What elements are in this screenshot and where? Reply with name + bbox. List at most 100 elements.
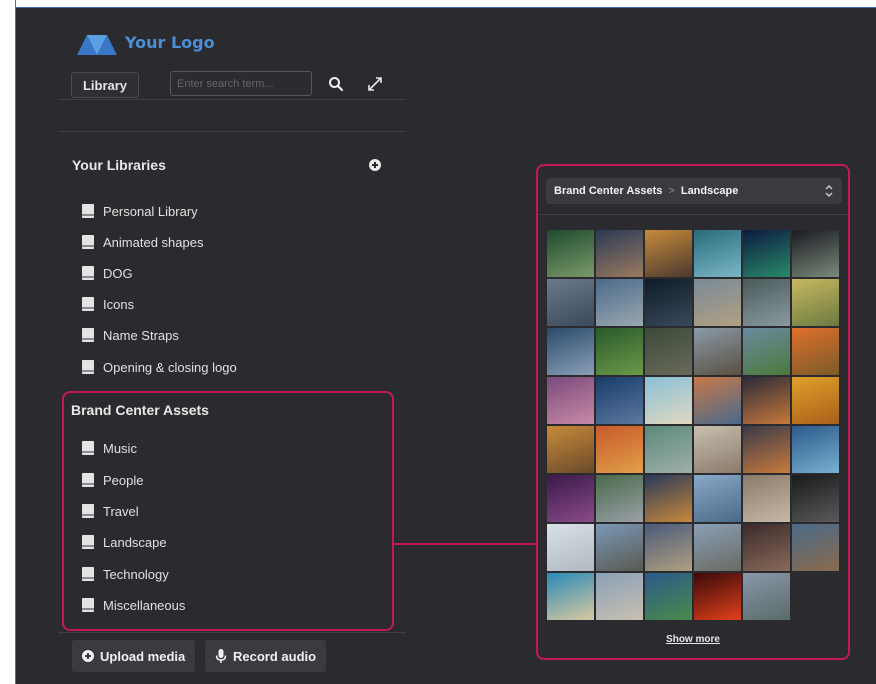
thumb-river-city[interactable] xyxy=(694,377,741,424)
plus-circle-icon xyxy=(82,650,94,662)
library-item-label: Animated shapes xyxy=(103,234,204,250)
brand-item-label: Music xyxy=(103,440,137,456)
book-icon xyxy=(82,567,94,581)
brand-item-technology[interactable]: Technology xyxy=(82,565,169,583)
record-audio-button[interactable]: Record audio xyxy=(205,640,327,672)
thumb-golden-sky[interactable] xyxy=(792,377,839,424)
library-item-dog[interactable]: DOG xyxy=(82,264,133,282)
upload-media-label: Upload media xyxy=(100,648,186,664)
brand-item-landscape[interactable]: Landscape xyxy=(82,533,167,551)
upload-media-button[interactable]: Upload media xyxy=(72,640,196,672)
expand-icon[interactable] xyxy=(365,74,385,94)
thumb-rock[interactable] xyxy=(743,475,790,522)
book-icon xyxy=(82,297,94,311)
brand-item-label: Technology xyxy=(103,566,169,582)
thumb-city-dark[interactable] xyxy=(645,279,692,326)
thumb-skyline-night[interactable] xyxy=(792,230,839,277)
thumb-tower-city[interactable] xyxy=(596,475,643,522)
thumb-field-lines[interactable] xyxy=(792,279,839,326)
library-item-animated-shapes[interactable]: Animated shapes xyxy=(82,233,203,251)
thumb-grey-city[interactable] xyxy=(743,573,790,620)
thumb-night-towers[interactable] xyxy=(743,524,790,571)
thumb-aurora[interactable] xyxy=(743,230,790,277)
breadcrumb-separator: > xyxy=(668,185,675,197)
search-icon[interactable] xyxy=(328,76,344,92)
library-item-icons[interactable]: Icons xyxy=(82,295,134,313)
toolbar-divider xyxy=(58,99,406,100)
thumb-city-aerial[interactable] xyxy=(547,279,594,326)
thumb-town[interactable] xyxy=(694,279,741,326)
your-libraries-title: Your Libraries xyxy=(72,157,166,173)
thumb-snow-peaks[interactable] xyxy=(694,475,741,522)
chevron-updown-icon xyxy=(825,185,833,197)
thumb-bridge[interactable] xyxy=(596,377,643,424)
thumb-forest-green[interactable] xyxy=(596,328,643,375)
thumb-city-dusk[interactable] xyxy=(596,230,643,277)
thumb-harbour[interactable] xyxy=(596,279,643,326)
thumb-sunset-city[interactable] xyxy=(743,377,790,424)
thumb-rail-aerial[interactable] xyxy=(645,426,692,473)
book-icon xyxy=(82,473,94,487)
brand-center-title: Brand Center Assets xyxy=(71,402,209,418)
book-icon xyxy=(82,266,94,280)
thumb-lavender[interactable] xyxy=(547,377,594,424)
thumb-red-sun[interactable] xyxy=(694,573,741,620)
library-item-opening-closing-logo[interactable]: Opening & closing logo xyxy=(82,358,237,376)
book-icon xyxy=(82,204,94,218)
show-more-link[interactable]: Show more xyxy=(538,634,848,645)
thumb-dusk-horizon[interactable] xyxy=(743,426,790,473)
book-icon xyxy=(82,360,94,374)
section-divider xyxy=(58,131,406,132)
book-icon xyxy=(82,504,94,518)
thumb-desert-road[interactable] xyxy=(694,328,741,375)
thumb-neon-street[interactable] xyxy=(596,426,643,473)
thumb-hills[interactable] xyxy=(743,279,790,326)
thumb-ferris[interactable] xyxy=(792,524,839,571)
brand-item-label: People xyxy=(103,472,144,488)
breadcrumb-select[interactable]: Brand Center Assets > Landscape xyxy=(546,178,842,204)
thumb-palm-beach[interactable] xyxy=(645,377,692,424)
brand-item-travel[interactable]: Travel xyxy=(82,502,139,520)
thumb-fog-road[interactable] xyxy=(694,426,741,473)
thumb-balloons[interactable] xyxy=(547,524,594,571)
library-item-label: Personal Library xyxy=(103,203,198,219)
add-library-icon[interactable] xyxy=(369,159,381,171)
callout-connector xyxy=(394,543,538,545)
thumb-coast-sunset[interactable] xyxy=(645,475,692,522)
thumb-dunes[interactable] xyxy=(547,426,594,473)
logo-text: Your Logo xyxy=(125,32,215,52)
thumb-black-sand[interactable] xyxy=(792,475,839,522)
brand-item-label: Landscape xyxy=(103,534,167,550)
thumb-skyscrapers[interactable] xyxy=(547,328,594,375)
thumb-skyline-day[interactable] xyxy=(645,524,692,571)
book-icon xyxy=(82,235,94,249)
library-item-label: Opening & closing logo xyxy=(103,359,237,375)
brand-item-people[interactable]: People xyxy=(82,471,143,489)
thumb-plain[interactable] xyxy=(694,524,741,571)
thumb-roundabout[interactable] xyxy=(645,328,692,375)
library-item-label: Name Straps xyxy=(103,327,179,343)
logo: Your Logo xyxy=(77,29,215,55)
library-item-name-straps[interactable]: Name Straps xyxy=(82,326,179,344)
search-input[interactable] xyxy=(170,71,312,96)
thumb-mountain-green[interactable] xyxy=(547,230,594,277)
brand-item-label: Miscellaneous xyxy=(103,597,186,613)
thumb-city-sprawl[interactable] xyxy=(596,524,643,571)
thumb-city-golden[interactable] xyxy=(645,230,692,277)
library-button[interactable]: Library xyxy=(71,72,139,98)
brand-item-miscellaneous[interactable]: Miscellaneous xyxy=(82,596,185,614)
brand-item-music[interactable]: Music xyxy=(82,439,137,457)
thumb-wave[interactable] xyxy=(694,230,741,277)
thumbnail-grid xyxy=(547,230,842,620)
thumb-sunset-field[interactable] xyxy=(792,328,839,375)
library-item-personal[interactable]: Personal Library xyxy=(82,202,198,220)
panel-divider xyxy=(538,214,848,215)
thumb-mosque[interactable] xyxy=(596,573,643,620)
thumb-city-lights[interactable] xyxy=(792,426,839,473)
thumb-turquoise-coast[interactable] xyxy=(547,573,594,620)
thumb-meadow[interactable] xyxy=(743,328,790,375)
thumb-bluegreen[interactable] xyxy=(645,573,692,620)
thumb-purple-night[interactable] xyxy=(547,475,594,522)
landscape-panel: Brand Center Assets > Landscape Show mor… xyxy=(536,164,850,660)
record-audio-label: Record audio xyxy=(233,648,317,664)
